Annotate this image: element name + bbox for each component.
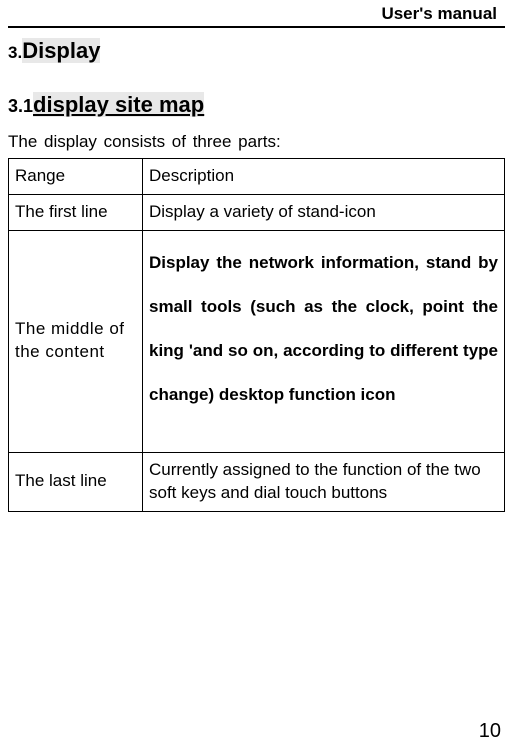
subsection-title: 3.1display site map xyxy=(8,92,505,118)
table-row: The middle of the content Display the ne… xyxy=(9,230,505,452)
page-header: User's manual xyxy=(8,0,505,28)
subsection-number: 3.1 xyxy=(8,96,33,116)
section-number: 3. xyxy=(8,43,22,62)
section-title: 3.Display xyxy=(8,38,505,64)
table-row: The last line Currently assigned to the … xyxy=(9,452,505,511)
display-parts-table: Range Description The first line Display… xyxy=(8,158,505,512)
intro-text: The display consists of three parts: xyxy=(8,132,505,152)
th-description: Description xyxy=(143,159,505,195)
table-row: The first line Display a variety of stan… xyxy=(9,194,505,230)
th-range: Range xyxy=(9,159,143,195)
cell-range: The middle of the content xyxy=(9,230,143,452)
subsection-text: display site map xyxy=(33,92,204,117)
cell-desc: Display a variety of stand-icon xyxy=(143,194,505,230)
table-header-row: Range Description xyxy=(9,159,505,195)
cell-desc: Display the network information, stand b… xyxy=(143,230,505,452)
section-text: Display xyxy=(22,38,100,63)
page-number: 10 xyxy=(479,720,501,743)
cell-range: The first line xyxy=(9,194,143,230)
cell-range: The last line xyxy=(9,452,143,511)
cell-desc: Currently assigned to the function of th… xyxy=(143,452,505,511)
